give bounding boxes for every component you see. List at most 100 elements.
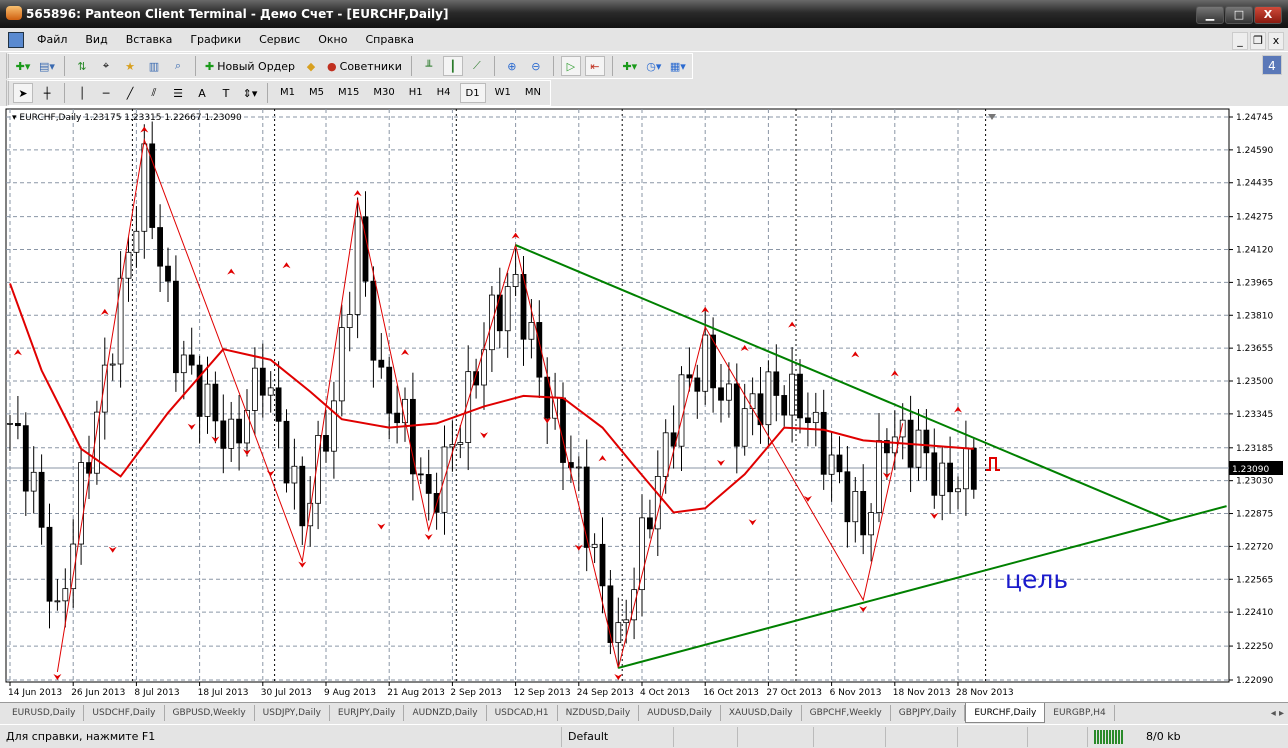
menu-help[interactable]: Справка xyxy=(356,33,422,46)
candle-bull xyxy=(899,419,906,438)
metaeditor-icon[interactable]: ◆ xyxy=(301,56,321,76)
title-bar: 565896: Panteon Client Terminal - Демо С… xyxy=(0,0,1288,28)
candle-bear xyxy=(378,359,385,368)
chart-tab[interactable]: NZDUSD,Daily xyxy=(558,705,640,721)
new-order-button[interactable]: ✚ Новый Ордер xyxy=(203,56,297,76)
x-tick-label: 12 Sep 2013 xyxy=(514,688,571,698)
timeframe-m30[interactable]: M30 xyxy=(368,83,399,103)
timeframe-m1[interactable]: M1 xyxy=(275,83,300,103)
menu-file[interactable]: Файл xyxy=(28,33,76,46)
chart-tab[interactable]: EURJPY,Daily xyxy=(330,705,405,721)
candle-bull xyxy=(726,383,732,401)
timeframe-h4[interactable]: H4 xyxy=(432,83,456,103)
candle-bear xyxy=(386,366,393,414)
candle-bull xyxy=(868,512,874,536)
y-tick-label: 1.22090 xyxy=(1236,676,1273,686)
periods-icon[interactable]: ◷▾ xyxy=(644,56,664,76)
price-chart[interactable]: 1.24745 1.24590 1.24435 1.24275 1.24120 1.239… xyxy=(0,106,1288,702)
maximize-button[interactable]: □ xyxy=(1225,6,1253,24)
data-window-icon[interactable]: ⌖ xyxy=(96,56,116,76)
line-chart-icon[interactable]: ⟋ xyxy=(467,56,487,76)
timeframe-m5[interactable]: M5 xyxy=(304,83,329,103)
chart-tab[interactable]: EURGBP,H4 xyxy=(1045,705,1115,721)
fibonacci-icon[interactable]: ☰ xyxy=(168,83,188,103)
menu-insert[interactable]: Вставка xyxy=(117,33,182,46)
market-watch-icon[interactable]: ⇅ xyxy=(72,56,92,76)
y-tick-label: 1.23185 xyxy=(1236,444,1273,454)
timeframe-mn[interactable]: MN xyxy=(520,83,546,103)
chart-tab[interactable]: GBPJPY,Daily xyxy=(891,705,966,721)
app-icon xyxy=(6,6,22,20)
candle-bear xyxy=(46,526,53,602)
bar-chart-icon[interactable]: ╨ xyxy=(419,56,439,76)
candle-bear xyxy=(283,420,290,484)
candle-bear xyxy=(323,435,329,452)
new-chart-icon[interactable]: ✚▾ xyxy=(13,56,33,76)
cursor-icon[interactable]: ➤ xyxy=(13,83,33,103)
zoom-in-icon[interactable]: ⊕ xyxy=(502,56,522,76)
chart-tab[interactable]: GBPUSD,Weekly xyxy=(165,705,255,721)
navigator-icon[interactable]: ★ xyxy=(120,56,140,76)
vertical-line-icon[interactable]: │ xyxy=(72,83,92,103)
candle-bull xyxy=(852,490,859,523)
x-tick-label: 21 Aug 2013 xyxy=(387,688,445,698)
tab-scroll-arrows[interactable]: ◂ ▸ xyxy=(1271,708,1284,719)
menu-tools[interactable]: Сервис xyxy=(250,33,309,46)
candle-bear xyxy=(275,387,282,422)
notifications-badge[interactable]: 4 xyxy=(1262,55,1282,75)
candle-bear xyxy=(236,418,243,444)
chart-tab[interactable]: GBPCHF,Weekly xyxy=(802,705,891,721)
candle-bull xyxy=(812,411,819,424)
candle-bear xyxy=(860,490,867,536)
chart-tab[interactable]: USDJPY,Daily xyxy=(255,705,330,721)
y-tick-label: 1.22875 xyxy=(1236,510,1273,520)
chart-tab[interactable]: AUDUSD,Daily xyxy=(639,705,721,721)
zoom-out-icon[interactable]: ⊖ xyxy=(526,56,546,76)
candle-bull xyxy=(575,466,582,469)
chart-tab[interactable]: XAUUSD,Daily xyxy=(721,705,802,721)
crosshair-icon[interactable]: ┼ xyxy=(37,83,57,103)
chart-shift-icon[interactable]: ⇤ xyxy=(584,56,605,76)
trendline-icon[interactable]: ╱ xyxy=(120,83,140,103)
timeframe-h1[interactable]: H1 xyxy=(404,83,428,103)
candle-bear xyxy=(773,371,780,396)
chart-tab[interactable]: AUDNZD,Daily xyxy=(404,705,487,721)
chart-tab[interactable]: EURCHF,Daily xyxy=(965,703,1046,723)
arrows-icon[interactable]: ⇕▾ xyxy=(240,83,260,103)
chart-tab[interactable]: EURUSD,Daily xyxy=(4,705,85,721)
experts-button[interactable]: ● Советники xyxy=(325,56,404,76)
auto-scroll-icon[interactable]: ▷ xyxy=(560,56,581,76)
horizontal-line-icon[interactable]: ─ xyxy=(96,83,116,103)
menu-charts[interactable]: Графики xyxy=(181,33,250,46)
candle-bear xyxy=(647,517,653,530)
templates-icon[interactable]: ▦▾ xyxy=(668,56,688,76)
timeframe-w1[interactable]: W1 xyxy=(490,83,516,103)
candle-bull xyxy=(615,622,622,643)
chart-tab[interactable]: USDCAD,H1 xyxy=(487,705,558,721)
timeframe-d1[interactable]: D1 xyxy=(459,83,486,103)
candlestick-chart-icon[interactable]: ┃ xyxy=(442,56,463,76)
mdi-restore-button[interactable]: ❐ xyxy=(1250,32,1266,50)
chart-tab[interactable]: USDCHF,Daily xyxy=(84,705,165,721)
mdi-close-button[interactable]: x xyxy=(1268,32,1284,50)
timeframe-m15[interactable]: M15 xyxy=(333,83,364,103)
chart-window[interactable]: 1.24745 1.24590 1.24435 1.24275 1.24120 1.239… xyxy=(0,106,1288,702)
strategy-tester-icon[interactable]: ⌕ xyxy=(168,56,188,76)
candle-bear xyxy=(836,454,843,473)
text-icon[interactable]: A xyxy=(192,83,212,103)
minimize-button[interactable]: ▁ xyxy=(1196,6,1224,24)
terminal-icon[interactable]: ▥ xyxy=(144,56,164,76)
candle-bull xyxy=(267,387,274,396)
indicators-icon[interactable]: ✚▾ xyxy=(620,56,640,76)
profiles-icon[interactable]: ▤▾ xyxy=(37,56,57,76)
x-tick-label: 9 Aug 2013 xyxy=(324,688,376,698)
x-tick-label: 27 Oct 2013 xyxy=(766,688,822,698)
close-button[interactable]: X xyxy=(1254,6,1282,24)
menu-window[interactable]: Окно xyxy=(309,33,356,46)
text-label-icon[interactable]: T xyxy=(216,83,236,103)
equidistant-channel-icon[interactable]: ⫽ xyxy=(144,83,164,103)
candle-bull xyxy=(141,143,148,232)
menu-view[interactable]: Вид xyxy=(76,33,116,46)
candle-bull xyxy=(125,251,132,279)
mdi-minimize-button[interactable]: _ xyxy=(1232,32,1248,50)
